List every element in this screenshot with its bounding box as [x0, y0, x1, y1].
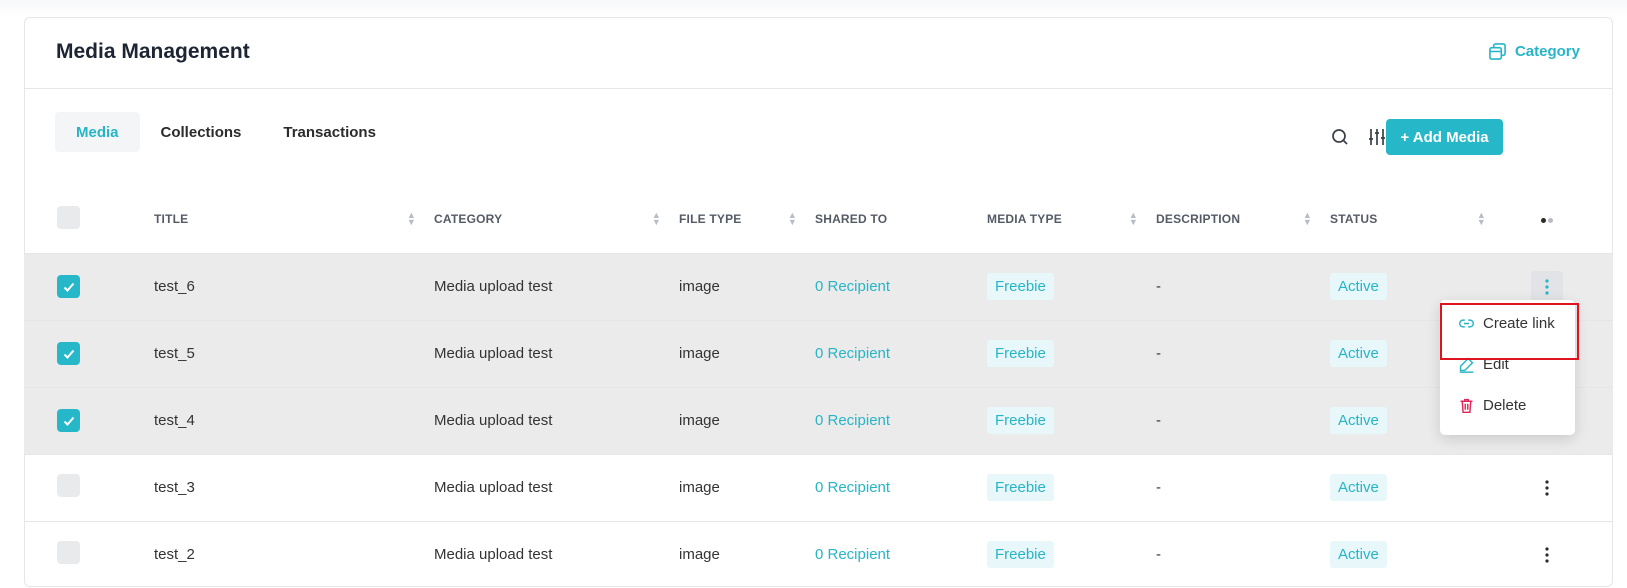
status-badge: Active: [1330, 474, 1387, 501]
cell-description: -: [1156, 319, 1330, 387]
table-row[interactable]: test_5 Media upload test image 0 Recipie…: [24, 319, 1613, 387]
cell-category: Media upload test: [434, 386, 679, 454]
cell-category: Media upload test: [434, 453, 679, 521]
cell-category: Media upload test: [434, 252, 679, 320]
shared-to-link[interactable]: 0 Recipient: [815, 546, 890, 563]
media-type-badge: Freebie: [987, 340, 1054, 367]
status-badge: Active: [1330, 407, 1387, 434]
cell-description: -: [1156, 453, 1330, 521]
column-header-title[interactable]: TITLE: [154, 212, 188, 226]
top-shade: [0, 0, 1627, 17]
column-settings-icon[interactable]: [1540, 217, 1553, 223]
shared-to-link[interactable]: 0 Recipient: [815, 278, 890, 295]
menu-item-label: Edit: [1483, 356, 1509, 373]
column-header-file-type[interactable]: FILE TYPE: [679, 212, 741, 226]
menu-item-label: Delete: [1483, 397, 1527, 414]
cell-file-type: image: [679, 520, 815, 588]
more-vertical-icon: [1544, 547, 1549, 563]
sort-icon[interactable]: ▲ ▼: [1129, 210, 1138, 226]
shared-to-link[interactable]: 0 Recipient: [815, 412, 890, 429]
category-link-label: Category: [1514, 43, 1580, 60]
cell-title: test_5: [154, 319, 434, 387]
page-title: Media Management: [56, 40, 250, 63]
cell-file-type: image: [679, 319, 815, 387]
cell-title: test_3: [154, 453, 434, 521]
checkmark-icon: [63, 282, 74, 292]
more-vertical-icon: [1544, 278, 1549, 295]
cell-title: test_6: [154, 252, 434, 320]
cell-description: -: [1156, 520, 1330, 588]
media-type-badge: Freebie: [987, 474, 1054, 501]
row-actions-button[interactable]: [1531, 472, 1563, 504]
sort-icon[interactable]: ▲ ▼: [407, 210, 416, 226]
cell-file-type: image: [679, 453, 815, 521]
search-button[interactable]: [1329, 126, 1351, 148]
link-icon: [1459, 319, 1474, 328]
column-header-category[interactable]: CATEGORY: [434, 212, 502, 226]
menu-item-delete[interactable]: Delete: [1458, 397, 1526, 414]
select-all-checkbox[interactable]: [57, 205, 80, 229]
status-badge: Active: [1330, 541, 1387, 569]
row-checkbox[interactable]: [57, 342, 80, 365]
status-badge: Active: [1330, 273, 1387, 300]
table-row[interactable]: test_3 Media upload test image 0 Recipie…: [24, 453, 1613, 521]
table-row[interactable]: test_4 Media upload test image 0 Recipie…: [24, 386, 1613, 454]
row-actions-button[interactable]: [1531, 539, 1563, 571]
sort-icon[interactable]: ▲ ▼: [1303, 210, 1312, 226]
column-header-status[interactable]: STATUS: [1330, 212, 1377, 226]
status-badge: Active: [1330, 340, 1387, 367]
filter-button[interactable]: [1366, 126, 1388, 148]
tab-transactions[interactable]: Transactions: [262, 112, 397, 152]
cell-file-type: image: [679, 252, 815, 320]
search-icon: [1332, 129, 1348, 145]
media-type-badge: Freebie: [987, 541, 1054, 569]
sort-icon[interactable]: ▲ ▼: [788, 210, 797, 226]
shared-to-link[interactable]: 0 Recipient: [815, 479, 890, 496]
sort-icon[interactable]: ▲ ▼: [1477, 210, 1486, 226]
menu-item-create-link[interactable]: Create link: [1458, 315, 1555, 332]
row-actions-button[interactable]: [1530, 270, 1563, 303]
row-checkbox[interactable]: [57, 275, 80, 298]
category-icon: [1489, 43, 1506, 60]
tab-collections[interactable]: Collections: [140, 112, 263, 152]
table-row[interactable]: test_2 Media upload test image 0 Recipie…: [24, 520, 1613, 588]
row-actions-menu: Create link Edit Delete: [1440, 300, 1575, 435]
media-type-badge: Freebie: [987, 407, 1054, 434]
menu-item-edit[interactable]: Edit: [1458, 356, 1509, 373]
table-row[interactable]: test_6 Media upload test image 0 Recipie…: [24, 252, 1613, 320]
cell-title: test_2: [154, 520, 434, 588]
column-header-shared-to: SHARED TO: [815, 211, 888, 226]
table-header-row: TITLE ▲ ▼ CATEGORY ▲ ▼ FILE TYPE ▲ ▼ SHARED TO…: [24, 185, 1613, 253]
sort-icon[interactable]: ▲ ▼: [652, 210, 661, 226]
media-table: TITLE ▲ ▼ CATEGORY ▲ ▼ FILE TYPE ▲ ▼ SHARED TO…: [24, 185, 1613, 588]
trash-icon: [1460, 398, 1473, 414]
checkmark-icon: [63, 416, 74, 426]
cell-title: test_4: [154, 386, 434, 454]
cell-description: -: [1156, 386, 1330, 454]
checkmark-icon: [63, 349, 74, 359]
category-link[interactable]: Category: [1488, 42, 1580, 61]
column-header-description[interactable]: DESCRIPTION: [1156, 212, 1240, 226]
media-type-badge: Freebie: [987, 273, 1054, 300]
tab-bar: Media Collections Transactions: [55, 112, 397, 152]
filter-sliders-icon: [1369, 129, 1385, 145]
shared-to-link[interactable]: 0 Recipient: [815, 345, 890, 362]
column-header-media-type[interactable]: MEDIA TYPE: [987, 212, 1062, 226]
cell-category: Media upload test: [434, 520, 679, 588]
menu-item-label: Create link: [1483, 315, 1555, 332]
row-checkbox[interactable]: [57, 474, 80, 497]
tab-media[interactable]: Media: [55, 112, 140, 152]
cell-file-type: image: [679, 386, 815, 454]
more-vertical-icon: [1544, 479, 1549, 496]
cell-category: Media upload test: [434, 319, 679, 387]
card-header: Media Management Category: [25, 18, 1612, 89]
row-checkbox[interactable]: [57, 409, 80, 432]
row-checkbox[interactable]: [57, 541, 80, 565]
pencil-icon: [1459, 357, 1474, 373]
cell-description: -: [1156, 252, 1330, 320]
add-media-button[interactable]: + Add Media: [1386, 119, 1503, 155]
